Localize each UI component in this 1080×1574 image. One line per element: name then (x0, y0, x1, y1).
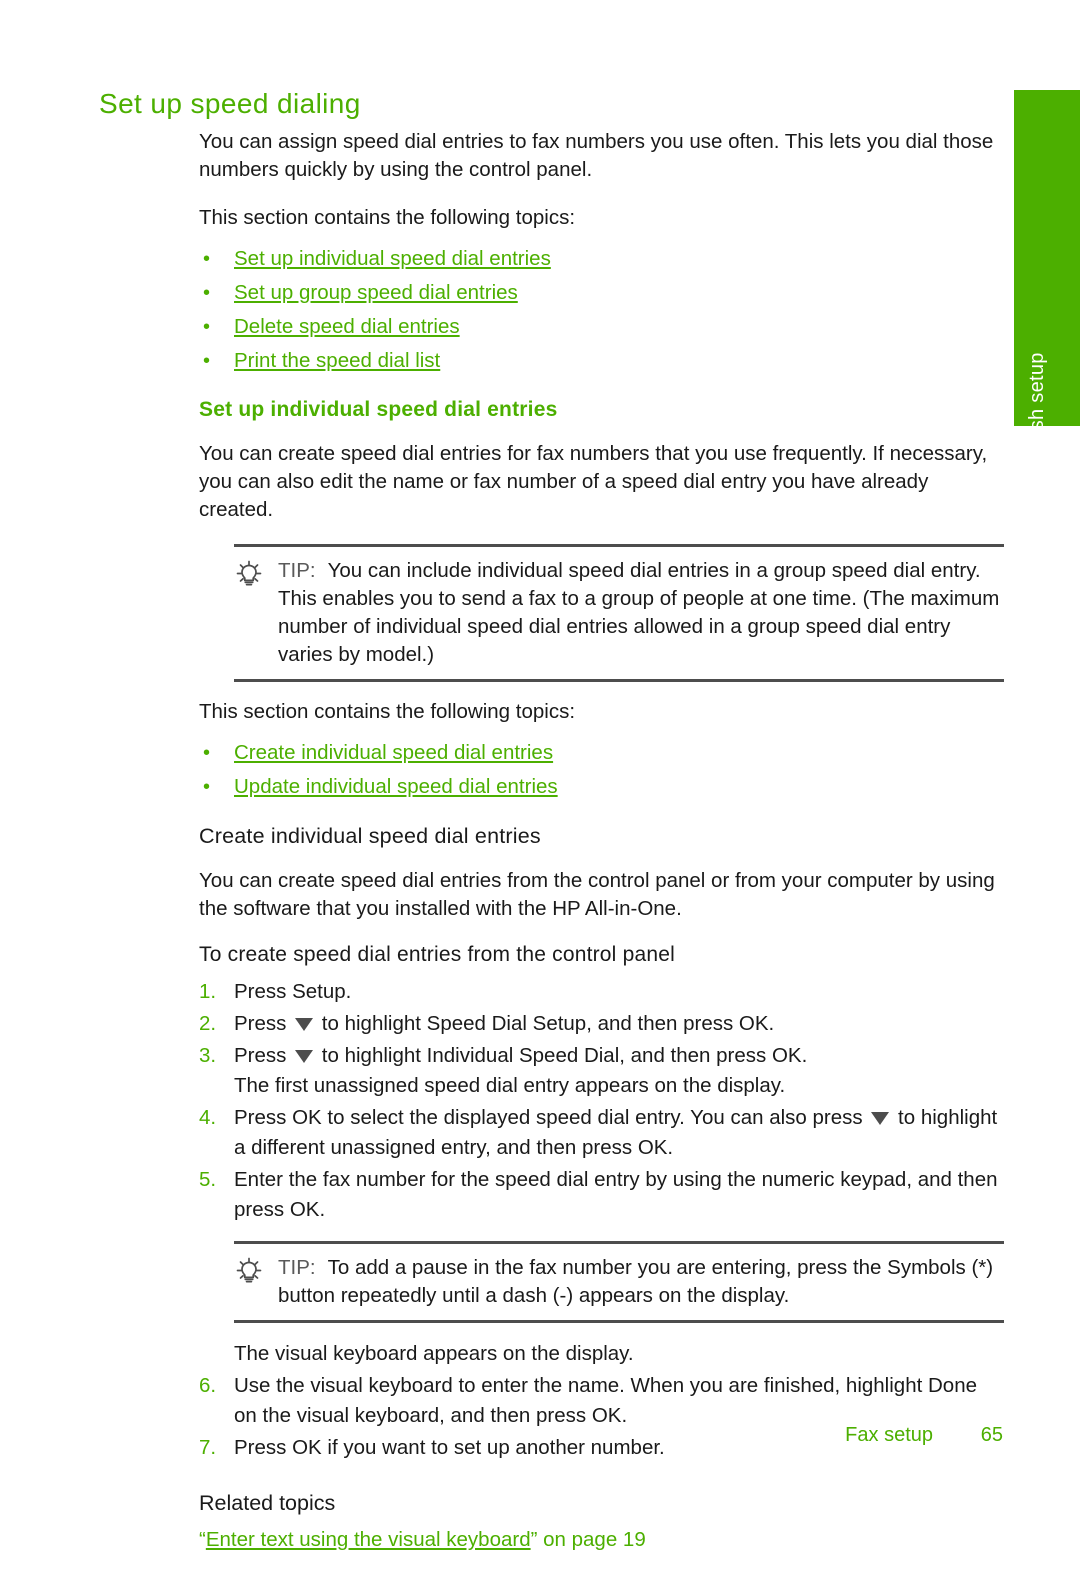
procedure-heading: To create speed dial entries from the co… (199, 943, 675, 966)
step-text-pre: Press (234, 1044, 293, 1067)
step-2: 2. Press to highlight Speed Dial Setup, a… (199, 1009, 1005, 1039)
post-tip-note: The visual keyboard appears on the displ… (234, 1342, 634, 1365)
footer-page-number: 65 (980, 1424, 1003, 1446)
list-item[interactable]: • Update individual speed dial entries (199, 772, 1005, 802)
page-footer: Fax setup 65 (0, 1424, 1080, 1454)
related-topic-reference[interactable]: “Enter text using the visual keyboard” o… (199, 1526, 1005, 1554)
tip-text: You can include individual speed dial en… (278, 559, 1000, 666)
step-6: 6. Use the visual keyboard to enter the … (199, 1371, 1005, 1431)
step-text-post: to highlight Individual Speed Dial, and … (316, 1044, 808, 1067)
lightbulb-icon (236, 1257, 262, 1283)
section-create-paragraph: You can create speed dial entries from t… (199, 869, 995, 920)
heading-set-up-individual-speed-dial-entries: Set up individual speed dial entries (199, 398, 558, 421)
tip-note-body: TIP: To add a pause in the fax number you… (234, 1254, 1004, 1310)
step-3: 3. Press to highlight Individual Speed Di… (199, 1041, 1005, 1101)
tip-text: To add a pause in the fax number you are… (278, 1256, 994, 1307)
link-set-up-individual-speed-dial-entries[interactable]: Set up individual speed dial entries (234, 247, 551, 270)
step-5: 5. Enter the fax number for the speed di… (199, 1165, 1005, 1225)
step-text-pre: Press (234, 1012, 293, 1035)
link-create-individual-speed-dial-entries[interactable]: Create individual speed dial entries (234, 741, 553, 764)
step-text-pre: Press OK to select the displayed speed d… (234, 1106, 869, 1129)
close-quote: ” (530, 1528, 538, 1551)
topic-link-list: • Set up individual speed dial entries •… (199, 244, 1005, 376)
heading-create-individual-speed-dial-entries: Create individual speed dial entries (199, 824, 541, 848)
step-number: 6. (199, 1374, 217, 1397)
section-individual-topics-lead: This section contains the following topi… (199, 700, 576, 723)
step-number: 3. (199, 1044, 217, 1067)
tip-note-body: TIP: You can include individual speed dia… (234, 557, 1004, 669)
down-arrow-icon (295, 1050, 314, 1063)
tip-note-group-speed-dial: TIP: You can include individual speed dia… (234, 544, 1004, 682)
intro-topics-lead: This section contains the following topi… (199, 206, 576, 229)
down-arrow-icon (295, 1018, 314, 1031)
bullet-icon: • (203, 776, 211, 798)
side-tab-label: Finish setup (1026, 352, 1048, 464)
bullet-icon: • (203, 350, 211, 372)
list-item[interactable]: • Delete speed dial entries (199, 312, 1005, 342)
page-title: Set up speed dialing (99, 88, 361, 119)
step-4: 4. Press OK to select the displayed speed… (199, 1103, 1005, 1163)
intro-paragraph: You can assign speed dial entries to fax… (199, 130, 994, 181)
list-item[interactable]: • Set up individual speed dial entries (199, 244, 1005, 274)
step-substep: The first unassigned speed dial entry ap… (234, 1074, 786, 1097)
bullet-icon: • (203, 316, 211, 338)
tip-label: TIP: (278, 1256, 316, 1279)
step-text: Press Setup. (234, 980, 352, 1003)
step-text-post: to highlight Speed Dial Setup, and then … (316, 1012, 775, 1035)
step-number: 1. (199, 980, 217, 1003)
open-quote: “ (199, 1528, 206, 1551)
tip-label: TIP: (278, 559, 316, 582)
tip-note-add-pause: TIP: To add a pause in the fax number you… (234, 1241, 1004, 1323)
content-column: You can assign speed dial entries to fax… (199, 128, 1005, 1574)
list-item[interactable]: • Create individual speed dial entries (199, 738, 1005, 768)
footer-section-label: Fax setup (845, 1424, 933, 1446)
step-number: 2. (199, 1012, 217, 1035)
link-print-the-speed-dial-list[interactable]: Print the speed dial list (234, 349, 440, 372)
related-page-suffix: on page 19 (537, 1528, 646, 1551)
bullet-icon: • (203, 742, 211, 764)
link-update-individual-speed-dial-entries[interactable]: Update individual speed dial entries (234, 775, 558, 798)
step-number: 4. (199, 1106, 217, 1129)
link-enter-text-using-visual-keyboard[interactable]: Enter text using the visual keyboard (206, 1528, 531, 1551)
document-page: Finish setup Set up speed dialing You ca… (0, 0, 1080, 1551)
step-text: Use the visual keyboard to enter the nam… (234, 1374, 977, 1427)
link-delete-speed-dial-entries[interactable]: Delete speed dial entries (234, 315, 460, 338)
down-arrow-icon (871, 1112, 890, 1125)
side-tab-finish-setup: Finish setup (1014, 90, 1080, 464)
step-1: 1. Press Setup. (199, 977, 1005, 1007)
step-number: 5. (199, 1168, 217, 1191)
list-item[interactable]: • Print the speed dial list (199, 346, 1005, 376)
link-set-up-group-speed-dial-entries[interactable]: Set up group speed dial entries (234, 281, 518, 304)
bullet-icon: • (203, 248, 211, 270)
lightbulb-icon (236, 560, 262, 586)
list-item[interactable]: • Set up group speed dial entries (199, 278, 1005, 308)
section-individual-paragraph: You can create speed dial entries for fa… (199, 442, 988, 521)
individual-link-list: • Create individual speed dial entries •… (199, 738, 1005, 802)
bullet-icon: • (203, 282, 211, 304)
step-text: Enter the fax number for the speed dial … (234, 1168, 998, 1221)
procedure-steps: 1. Press Setup. 2. Press to highlight Spe… (199, 977, 1005, 1225)
